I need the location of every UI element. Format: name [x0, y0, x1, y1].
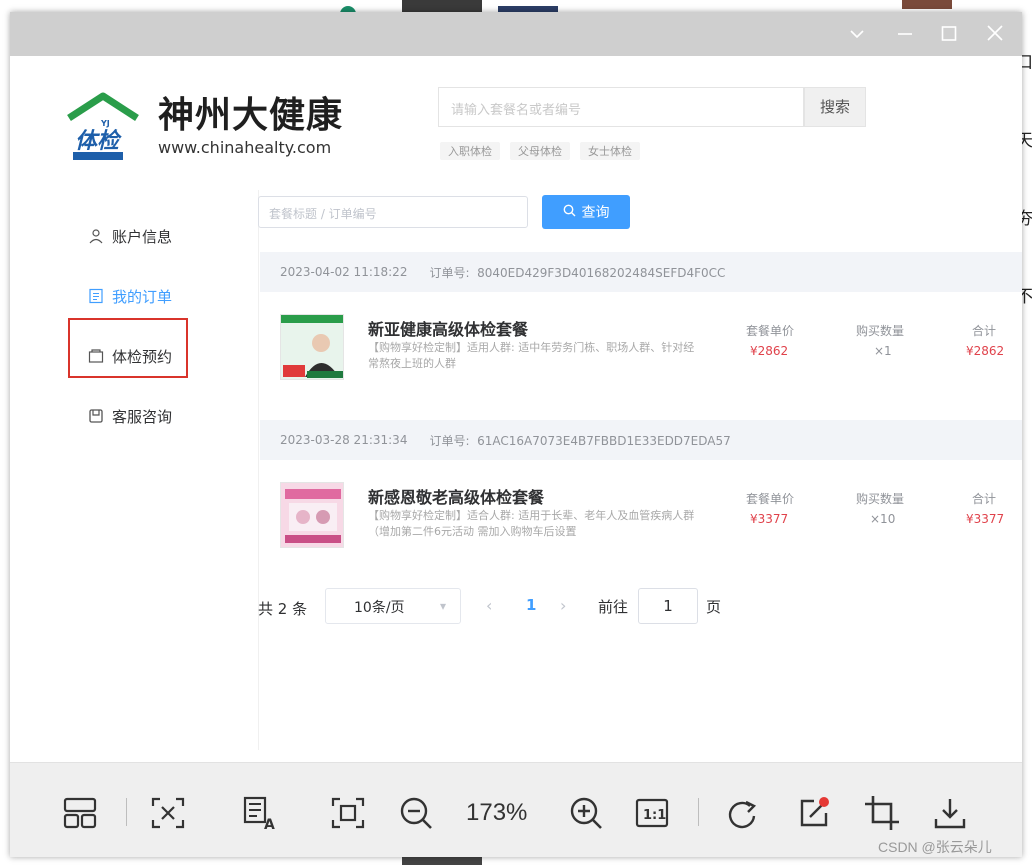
- user-icon: [88, 228, 104, 244]
- viewer-titlebar[interactable]: [10, 12, 1022, 56]
- sidebar-item-account-info[interactable]: 账户信息: [68, 218, 198, 254]
- content-divider: [258, 190, 259, 750]
- toolbar-separator: [698, 798, 699, 826]
- order-header: 2023-03-28 21:31:34 订单号: 61AC16A7073E4B7…: [260, 420, 1022, 460]
- watermark: CSDN @张云朵儿: [878, 839, 992, 855]
- zoom-out-icon[interactable]: [396, 795, 436, 831]
- order-number-value: 8040ED429F3D40168202484SEFD4F0CC: [477, 265, 726, 280]
- package-description: 【购物享好检定制】适用人群: 适中年劳务门栋、职场人群、针对经常熬夜上班的人群: [368, 341, 695, 370]
- download-icon[interactable]: [930, 795, 970, 831]
- goto-label: 前往: [598, 598, 629, 616]
- quantity-label: 购买数量: [856, 492, 905, 506]
- chevron-down-icon: ▾: [439, 599, 446, 613]
- page-size-value: 10条/页: [354, 600, 405, 616]
- order-number-label: 订单号:: [429, 433, 470, 448]
- ocr-icon[interactable]: A: [240, 795, 284, 831]
- total-label: 合计: [972, 492, 997, 506]
- crop-icon[interactable]: [862, 795, 902, 831]
- hot-tag[interactable]: 入职体检: [440, 142, 500, 160]
- document-icon: [88, 288, 104, 304]
- order-item[interactable]: 新亚健康高级体检套餐 【购物享好检定制】适用人群: 适中年劳务门栋、职场人群、针…: [260, 292, 1022, 392]
- toolbar-separator: [126, 798, 127, 826]
- search-button[interactable]: 搜索: [804, 87, 866, 127]
- layout-icon[interactable]: [60, 795, 100, 831]
- order-number-label: 订单号:: [429, 265, 470, 280]
- order-number-value: 61AC16A7073E4B7FBBD1E33EDD7EDA57: [477, 433, 731, 448]
- goto-unit: 页: [706, 598, 722, 616]
- order-number: 订单号: 8040ED429F3D40168202484SEFD4F0CC: [429, 264, 725, 281]
- quantity: ×1: [874, 344, 892, 358]
- maximize-icon[interactable]: [934, 20, 964, 48]
- rotate-icon[interactable]: [724, 795, 764, 831]
- package-thumbnail[interactable]: [280, 314, 344, 380]
- sidebar-item-customer-service[interactable]: 客服咨询: [68, 398, 198, 434]
- brand-name: 神州大健康: [158, 95, 344, 136]
- prev-page-button[interactable]: ‹: [486, 596, 492, 615]
- package-thumbnail[interactable]: [280, 482, 344, 548]
- svg-text:YJ: YJ: [100, 119, 110, 128]
- search-icon: [563, 204, 576, 221]
- sidebar-item-label: 客服咨询: [112, 407, 173, 426]
- minimize-icon[interactable]: [890, 20, 920, 48]
- pagination-total: 共 2 条: [258, 599, 308, 618]
- order-number: 订单号: 61AC16A7073E4B7FBBD1E33EDD7EDA57: [429, 432, 730, 449]
- svg-text:A: A: [264, 817, 275, 831]
- brand-logo: YJ 体检: [65, 90, 141, 162]
- zoom-level: 173%: [466, 799, 528, 826]
- hot-search-tags: 入职体检 父母体检 女士体检: [440, 142, 640, 160]
- message-icon: [88, 408, 104, 424]
- package-search-input[interactable]: 请输入套餐名或者编号: [438, 87, 804, 127]
- annotation-highlight-box: [68, 318, 188, 378]
- close-icon[interactable]: [980, 20, 1010, 48]
- order-header: 2023-04-02 11:18:22 订单号: 8040ED429F3D401…: [260, 252, 1022, 292]
- order-date: 2023-04-02 11:18:22: [280, 265, 408, 279]
- unit-price: ¥3377: [750, 512, 789, 526]
- brand-url: www.chinahealty.com: [158, 138, 332, 157]
- page-number-current[interactable]: 1: [526, 596, 536, 614]
- goto-page-input[interactable]: 1: [638, 588, 698, 624]
- total-price: ¥2862: [966, 344, 1005, 358]
- unit-price-label: 套餐单价: [746, 492, 795, 506]
- image-viewer-window: YJ 体检 神州大健康 www.chinahealty.com 请输入套餐名或者…: [10, 12, 1022, 857]
- fit-icon[interactable]: [148, 795, 188, 831]
- sidebar-item-label: 我的订单: [112, 287, 173, 306]
- quantity-label: 购买数量: [856, 324, 905, 338]
- sidebar-item-label: 账户信息: [112, 227, 173, 246]
- total-price: ¥3377: [966, 512, 1005, 526]
- background-thumbnail: [902, 0, 952, 9]
- viewer-toolbar: A 173% 1:1: [10, 762, 1022, 857]
- edit-icon[interactable]: [794, 795, 834, 831]
- svg-text:1:1: 1:1: [643, 808, 666, 823]
- page-size-select[interactable]: 10条/页 ▾: [325, 588, 461, 624]
- screenshot-page: YJ 体检 神州大健康 www.chinahealty.com 请输入套餐名或者…: [10, 56, 1022, 762]
- quantity: ×10: [870, 512, 896, 526]
- order-date: 2023-03-28 21:31:34: [280, 433, 408, 447]
- query-button-label: 查询: [581, 205, 610, 221]
- package-description: 【购物享好检定制】适合人群: 适用于长辈、老年人及血管疾病人群（增加第二件6元活…: [368, 509, 695, 538]
- sidebar-item-my-orders[interactable]: 我的订单: [68, 278, 198, 314]
- order-item[interactable]: 新感恩敬老高级体检套餐 【购物享好检定制】适合人群: 适用于长辈、老年人及血管疾…: [260, 460, 1022, 560]
- package-title[interactable]: 新亚健康高级体检套餐: [368, 316, 528, 340]
- chevron-down-icon[interactable]: [842, 20, 872, 48]
- brand-badge-text: 体检: [75, 128, 122, 154]
- total-label: 合计: [972, 324, 997, 338]
- query-button[interactable]: 查询: [542, 195, 630, 229]
- package-title[interactable]: 新感恩敬老高级体检套餐: [368, 484, 544, 508]
- next-page-button[interactable]: ›: [560, 596, 566, 615]
- unit-price-label: 套餐单价: [746, 324, 795, 338]
- background-thumbnail: [402, 0, 482, 12]
- order-filter-input[interactable]: 套餐标题 / 订单编号: [258, 196, 528, 228]
- one-to-one-icon[interactable]: 1:1: [632, 795, 672, 831]
- zoom-in-icon[interactable]: [566, 795, 606, 831]
- hot-tag[interactable]: 父母体检: [510, 142, 570, 160]
- hot-tag[interactable]: 女士体检: [580, 142, 640, 160]
- unit-price: ¥2862: [750, 344, 789, 358]
- actual-frame-icon[interactable]: [328, 795, 368, 831]
